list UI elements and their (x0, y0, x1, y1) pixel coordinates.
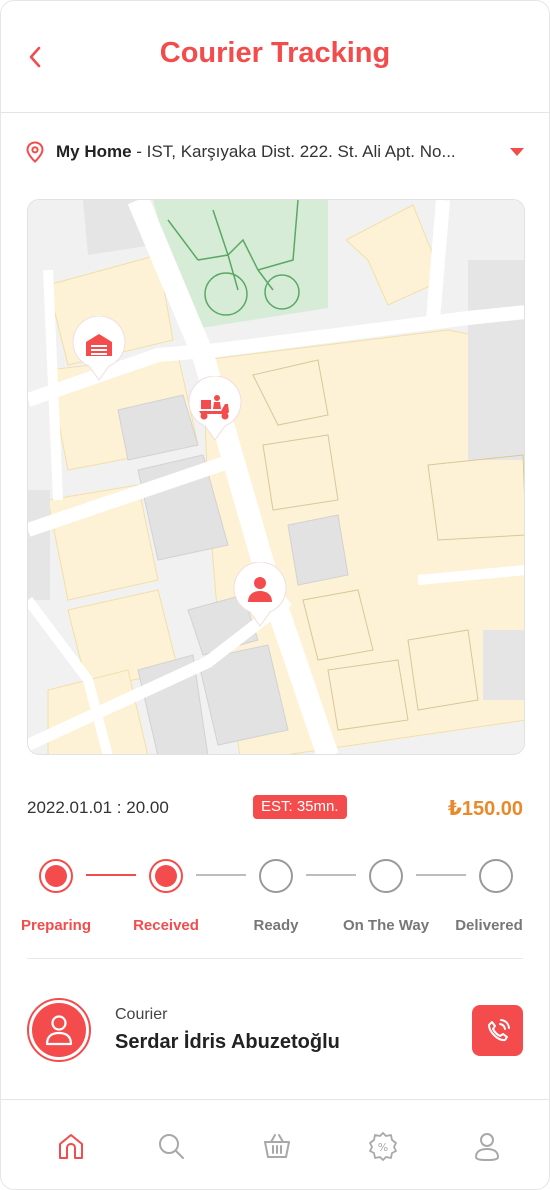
step-dot-ready (259, 859, 293, 893)
courier-card: Courier Serdar İdris Abuzetoğlu (27, 996, 523, 1066)
address-name: My Home (56, 142, 132, 161)
address-text: My Home - IST, Karşıyaka Dist. 222. St. … (56, 142, 505, 162)
customer-marker[interactable] (232, 561, 288, 628)
person-outline-icon (45, 1015, 73, 1046)
basket-icon (264, 1134, 290, 1158)
order-status-stepper: Preparing Received Ready On The Way Deli… (1, 853, 549, 953)
step-dot-on-the-way (369, 859, 403, 893)
app-screen: Courier Tracking My Home - IST, Karşıyak… (0, 0, 550, 1190)
location-pin-icon (26, 141, 44, 163)
map-view[interactable] (27, 199, 525, 755)
bottom-tab-bar: % (1, 1099, 549, 1189)
search-icon (159, 1134, 184, 1159)
order-meta: 2022.01.01 : 20.00 EST: 35mn. ₺150.00 (27, 793, 523, 823)
divider (27, 958, 523, 959)
profile-icon (475, 1133, 499, 1161)
eta-badge: EST: 35mn. (253, 795, 347, 819)
step-dot-delivered (479, 859, 513, 893)
courier-name: Serdar İdris Abuzetoğlu (115, 1031, 340, 1053)
tab-basket[interactable] (257, 1126, 297, 1166)
courier-avatar (27, 998, 91, 1062)
order-price: ₺150.00 (447, 798, 523, 820)
svg-text:%: % (378, 1141, 388, 1154)
call-courier-button[interactable] (472, 1005, 523, 1056)
phone-icon (487, 1018, 510, 1041)
tab-discounts[interactable]: % (363, 1126, 403, 1166)
store-marker[interactable] (71, 315, 127, 382)
step-dot-preparing (39, 859, 73, 893)
step-label-delivered: Delivered (455, 917, 523, 934)
map-canvas (28, 200, 524, 754)
address-detail: - IST, Karşıyaka Dist. 222. St. Ali Apt.… (131, 142, 456, 161)
order-date: 2022.01.01 : 20.00 (27, 798, 169, 817)
tab-search[interactable] (151, 1126, 191, 1166)
scooter-icon (188, 375, 242, 441)
courier-marker[interactable] (187, 375, 243, 442)
home-icon (59, 1134, 83, 1159)
step-connector (86, 874, 136, 876)
courier-role: Courier (115, 1006, 168, 1023)
caret-down-icon (510, 148, 524, 156)
address-selector[interactable]: My Home - IST, Karşıyaka Dist. 222. St. … (25, 137, 525, 167)
dropdown-caret[interactable] (505, 147, 525, 157)
tab-home[interactable] (51, 1126, 91, 1166)
step-dot-received (149, 859, 183, 893)
tab-profile[interactable] (467, 1126, 507, 1166)
step-connector (416, 874, 466, 876)
discount-icon: % (369, 1132, 397, 1161)
page-title: Courier Tracking (159, 37, 391, 69)
step-connector (306, 874, 356, 876)
person-icon (233, 561, 287, 627)
step-connector (196, 874, 246, 876)
step-label-preparing: Preparing (20, 917, 92, 934)
step-label-ready: Ready (253, 917, 299, 934)
header: Courier Tracking (1, 1, 549, 113)
store-icon (72, 315, 126, 381)
step-label-received: Received (133, 917, 199, 934)
step-label-on-the-way: On The Way (342, 917, 430, 934)
